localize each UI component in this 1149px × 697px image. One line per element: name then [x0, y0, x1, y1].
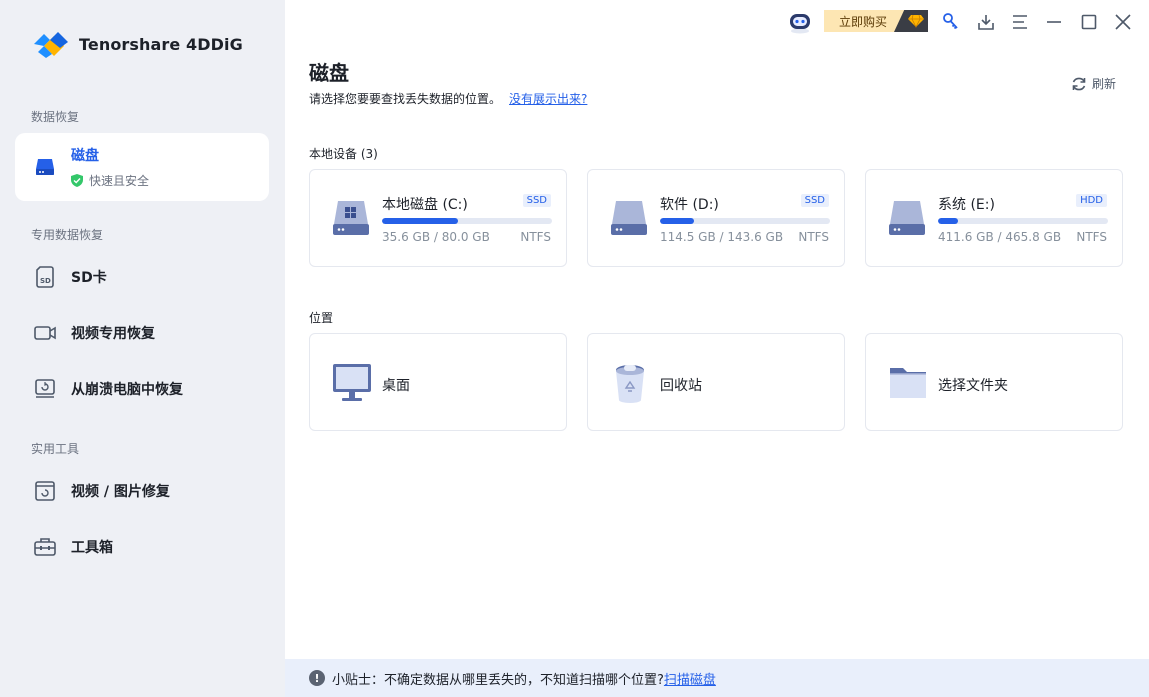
key-icon	[943, 13, 958, 30]
minimize-button[interactable]	[1043, 11, 1065, 33]
tenorshare-logo-icon	[34, 32, 68, 58]
scan-disk-link[interactable]: 扫描磁盘	[664, 669, 716, 688]
menu-button[interactable]	[1009, 11, 1031, 33]
location-card-recycle-bin[interactable]: 回收站	[587, 333, 845, 431]
location-card-desktop[interactable]: 桌面	[309, 333, 567, 431]
download-button[interactable]	[975, 11, 997, 33]
download-icon	[978, 15, 994, 30]
windows-drive-icon	[333, 201, 369, 235]
maximize-button[interactable]	[1078, 11, 1100, 33]
robot-icon	[790, 14, 810, 34]
page-title: 磁盘	[309, 61, 349, 85]
buy-now-button[interactable]: 立即购买	[824, 10, 928, 32]
location-card-select-folder[interactable]: 选择文件夹	[865, 333, 1123, 431]
sidebar-item-video-recovery[interactable]: 视频专用恢复	[15, 307, 269, 359]
local-devices-title: 本地设备 (3)	[309, 147, 378, 161]
maximize-icon	[1081, 14, 1097, 30]
drive-usage-fill	[382, 218, 458, 224]
minimize-icon	[1047, 21, 1061, 23]
drive-name: 系统 (E:)	[938, 197, 995, 213]
section-title-tools: 实用工具	[31, 442, 80, 456]
sd-card-icon: SD	[36, 266, 54, 288]
safe-label: 快速且安全	[89, 174, 150, 188]
location-name: 选择文件夹	[938, 378, 1008, 394]
buy-now-label: 立即购买	[839, 14, 888, 29]
drive-usage-bar	[382, 218, 552, 224]
drive-type-badge: SSD	[522, 194, 551, 207]
drive-usage-bar	[938, 218, 1108, 224]
diamond-icon	[894, 10, 928, 32]
toolbox-icon	[34, 538, 56, 556]
drive-name: 本地磁盘 (C:)	[382, 197, 468, 213]
drive-filesystem: NTFS	[1076, 230, 1107, 244]
title-bar: 立即购买	[285, 0, 1149, 44]
drive-type-badge: SSD	[800, 194, 829, 207]
not-shown-help-link[interactable]: 没有展示出来?	[509, 92, 587, 106]
sidebar-item-sd-card[interactable]: SD SD卡	[15, 251, 269, 303]
refresh-label: 刷新	[1091, 77, 1116, 91]
drive-size: 411.6 GB / 465.8 GB	[938, 230, 1062, 244]
recycle-bin-icon	[616, 365, 644, 403]
drive-card-e[interactable]: 系统 (E:) HDD 411.6 GB / 465.8 GB NTFS	[865, 169, 1123, 267]
drive-card-d[interactable]: 软件 (D:) SSD 114.5 GB / 143.6 GB NTFS	[587, 169, 845, 267]
sidebar-item-toolbox[interactable]: 工具箱	[15, 521, 269, 573]
locations-title: 位置	[309, 311, 334, 325]
photo-repair-icon	[35, 481, 55, 501]
sidebar-item-label: 从崩溃电脑中恢复	[71, 382, 183, 398]
tip-text: 小贴士：不确定数据从哪里丢失的，不知道扫描哪个位置?	[332, 672, 664, 688]
key-button[interactable]	[940, 11, 962, 33]
sidebar: Tenorshare 4DDiG 数据恢复 磁盘 快速且安全 专用数据恢复 SD…	[0, 0, 285, 697]
drive-size: 35.6 GB / 80.0 GB	[382, 230, 490, 244]
page-subtitle: 请选择您要要查找丢失数据的位置。 没有展示出来?	[309, 90, 587, 107]
location-name: 桌面	[382, 378, 410, 394]
drive-usage-bar	[660, 218, 830, 224]
crashed-computer-icon	[35, 379, 55, 398]
drive-filesystem: NTFS	[798, 230, 829, 244]
tip-bar: ! 小贴士：不确定数据从哪里丢失的，不知道扫描哪个位置? 扫描磁盘	[285, 659, 1149, 697]
svg-text:SD: SD	[40, 277, 51, 285]
sidebar-item-label: 工具箱	[71, 540, 113, 556]
desktop-monitor-icon	[333, 364, 371, 401]
sidebar-item-photo-repair[interactable]: 视频 / 图片修复	[15, 465, 269, 517]
menu-icon	[1013, 15, 1027, 29]
sidebar-item-sub: 快速且安全	[71, 172, 149, 189]
hard-drive-icon	[889, 201, 925, 235]
close-icon	[1115, 14, 1131, 30]
section-title-data-recovery: 数据恢复	[31, 110, 80, 124]
app-logo: Tenorshare 4DDiG	[30, 26, 243, 62]
drive-usage-fill	[938, 218, 959, 224]
shield-check-icon	[71, 174, 83, 187]
folder-icon	[890, 368, 926, 398]
section-title-special-recovery: 专用数据恢复	[31, 228, 104, 242]
page-subtitle-text: 请选择您要要查找丢失数据的位置。	[309, 92, 502, 106]
video-camera-icon	[34, 326, 56, 340]
sidebar-item-label: 磁盘	[71, 148, 99, 164]
refresh-icon	[1072, 77, 1086, 90]
location-name: 回收站	[660, 378, 702, 394]
drive-type-badge: HDD	[1076, 194, 1107, 207]
drive-name: 软件 (D:)	[660, 197, 719, 213]
refresh-button[interactable]: 刷新	[1071, 75, 1116, 92]
hard-drive-icon	[611, 201, 647, 235]
drive-card-c[interactable]: 本地磁盘 (C:) SSD 35.6 GB / 80.0 GB NTFS	[309, 169, 567, 267]
sidebar-item-label: SD卡	[71, 270, 107, 286]
drive-size: 114.5 GB / 143.6 GB	[660, 230, 784, 244]
sidebar-item-label: 视频 / 图片修复	[71, 484, 170, 500]
drive-usage-fill	[660, 218, 694, 224]
sidebar-item-crashed-computer[interactable]: 从崩溃电脑中恢复	[15, 363, 269, 415]
assistant-robot-button[interactable]	[787, 9, 813, 35]
app-name: Tenorshare 4DDiG	[79, 34, 243, 54]
sidebar-item-disk[interactable]: 磁盘 快速且安全	[15, 133, 269, 201]
drive-filesystem: NTFS	[520, 230, 551, 244]
close-button[interactable]	[1112, 11, 1134, 33]
info-exclamation-icon: !	[309, 670, 325, 686]
hard-drive-icon	[36, 159, 54, 175]
sidebar-item-label: 视频专用恢复	[71, 326, 155, 342]
main-panel: 立即购买 磁盘 请选择您要要查找丢失数据的位置。 没有展示出来? 刷新 本地设备…	[285, 0, 1149, 697]
